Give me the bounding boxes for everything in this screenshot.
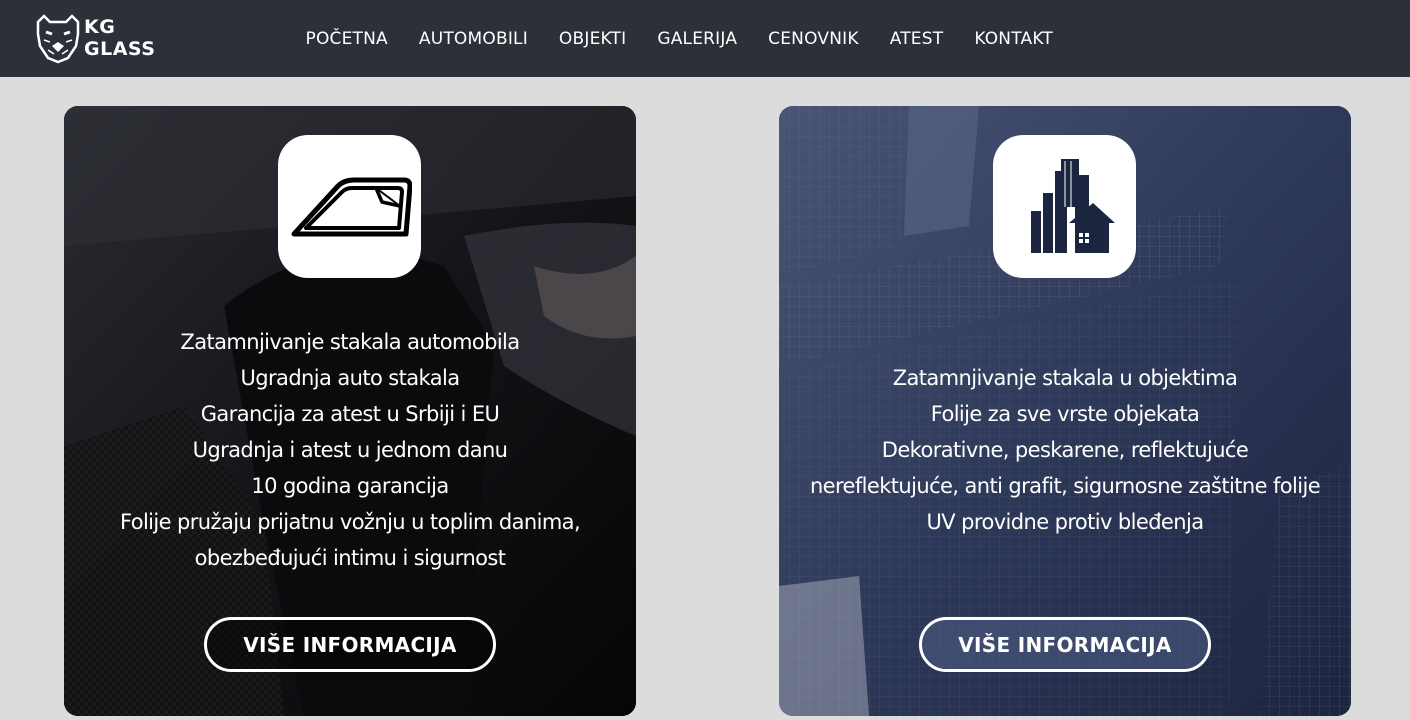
card-automobiles-text: Zatamnjivanje stakala automobila Ugradnj… <box>64 324 636 576</box>
text-line: Ugradnja i atest u jednom danu <box>192 438 508 462</box>
nav-item-kontakt[interactable]: KONTAKT <box>974 29 1053 49</box>
card-automobiles: Zatamnjivanje stakala automobila Ugradnj… <box>64 106 636 716</box>
text-line: Folije pružaju prijatnu vožnju u toplim … <box>119 510 581 534</box>
brand-name: KG GLASS <box>84 16 155 60</box>
text-line: Zatamnjivanje stakala automobila <box>180 330 520 354</box>
brand-line-1: KG <box>84 16 116 38</box>
nav-item-cenovnik[interactable]: CENOVNIK <box>768 29 859 49</box>
nav-item-atest[interactable]: ATEST <box>890 29 944 49</box>
bear-head-icon <box>36 14 80 64</box>
text-line: Garancija za atest u Srbiji i EU <box>200 402 500 426</box>
text-line: 10 godina garancija <box>251 474 449 498</box>
text-line: Ugradnja auto stakala <box>240 366 461 390</box>
nav-item-objekti[interactable]: OBJEKTI <box>559 29 626 49</box>
text-line: Dekorativne, peskarene, reflektujuće <box>881 438 1249 462</box>
brand-line-2: GLASS <box>84 38 156 60</box>
text-line: obezbeđujući intimu i sigurnost <box>194 546 506 570</box>
nav-item-pocetna[interactable]: POČETNA <box>306 29 388 49</box>
main-menu: POČETNA AUTOMOBILI OBJEKTI GALERIJA CENO… <box>290 0 1068 77</box>
car-window-icon <box>291 177 412 236</box>
text-line: nereflektujuće, anti grafit, sigurnosne … <box>809 474 1321 498</box>
car-window-icon-tile <box>278 135 421 278</box>
card-buildings: Zatamnjivanje stakala u objektima Folije… <box>779 106 1351 716</box>
more-info-button-automobiles[interactable]: VIŠE INFORMACIJA <box>204 617 496 672</box>
text-line: Folije za sve vrste objekata <box>930 402 1200 426</box>
more-info-button-buildings[interactable]: VIŠE INFORMACIJA <box>919 617 1211 672</box>
top-navbar: KG GLASS POČETNA AUTOMOBILI OBJEKTI GALE… <box>0 0 1410 77</box>
buildings-icon <box>1030 158 1115 253</box>
nav-item-automobili[interactable]: AUTOMOBILI <box>419 29 528 49</box>
text-line: UV providne protiv bleđenja <box>926 510 1205 534</box>
text-line: Zatamnjivanje stakala u objektima <box>892 366 1238 390</box>
card-buildings-text: Zatamnjivanje stakala u objektima Folije… <box>779 360 1351 540</box>
nav-item-galerija[interactable]: GALERIJA <box>657 29 737 49</box>
brand-logo[interactable]: KG GLASS <box>32 10 157 66</box>
buildings-icon-tile <box>993 135 1136 278</box>
